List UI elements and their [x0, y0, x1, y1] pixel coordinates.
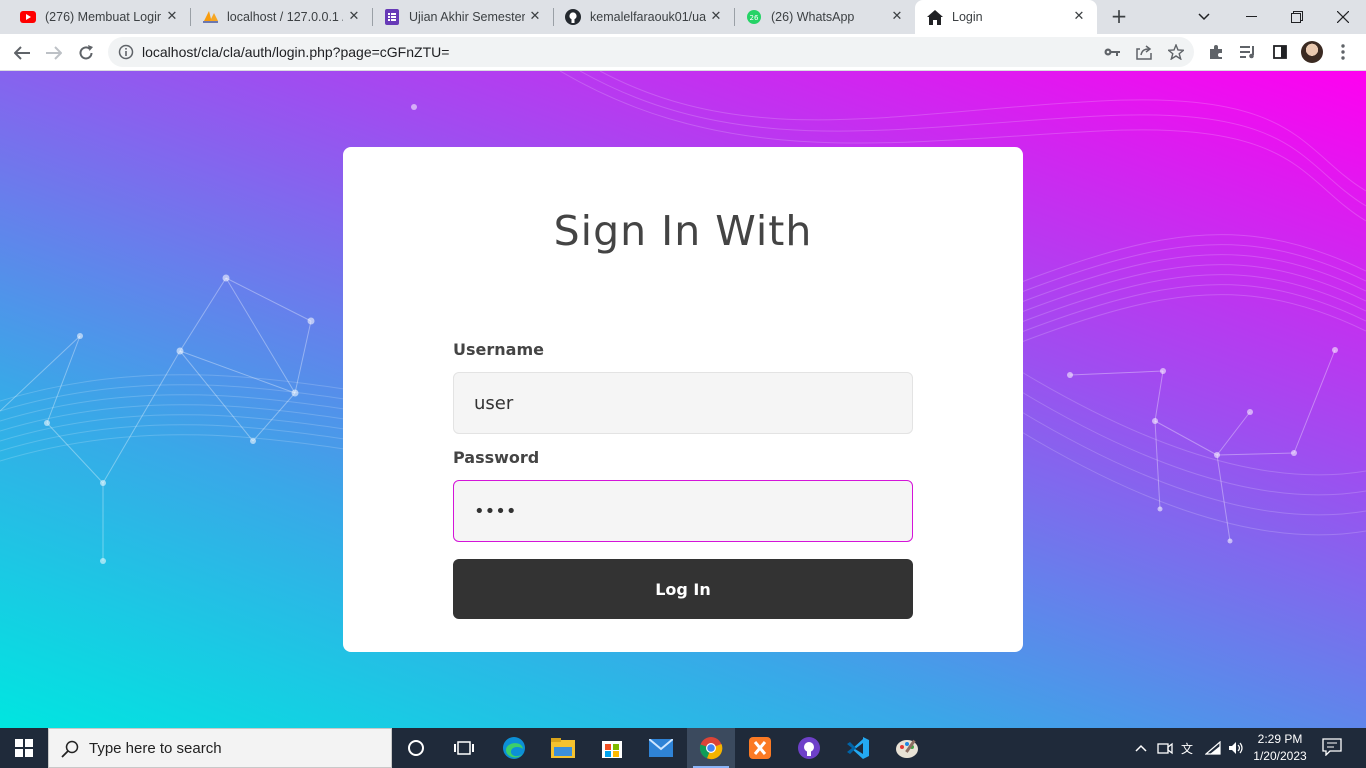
close-window-button[interactable]	[1320, 0, 1366, 34]
back-arrow-icon	[14, 46, 30, 60]
vscode-icon	[847, 737, 869, 759]
close-icon[interactable]: ✕	[527, 9, 543, 25]
volume-icon[interactable]	[1227, 740, 1245, 756]
mail-button[interactable]	[637, 728, 685, 768]
start-button[interactable]	[0, 728, 48, 768]
tab-label: kemalelfaraouk01/uas	[590, 10, 706, 24]
tab-label: (276) Membuat Login	[45, 10, 161, 24]
login-card: Sign In With Username Password Log In	[343, 147, 1023, 652]
edge-icon	[503, 737, 525, 759]
close-icon[interactable]: ✕	[889, 9, 905, 25]
new-tab-button[interactable]: +	[1107, 5, 1131, 29]
extensions-icon[interactable]	[1206, 42, 1226, 62]
github-desktop-icon	[798, 737, 820, 759]
windows-taskbar: Type here to search 文 2:29 PM 1/20/2023	[0, 728, 1366, 768]
store-button[interactable]	[588, 728, 636, 768]
clock-time: 2:29 PM	[1257, 732, 1303, 746]
whatsapp-icon: 26	[746, 9, 762, 25]
paint-icon	[896, 739, 918, 758]
edge-button[interactable]	[490, 728, 538, 768]
page-title: Sign In With	[553, 207, 813, 255]
task-view-button[interactable]	[440, 728, 488, 768]
forward-button[interactable]	[40, 39, 68, 67]
close-icon[interactable]: ✕	[1071, 9, 1087, 25]
task-view-icon	[454, 741, 474, 755]
info-icon[interactable]	[118, 44, 134, 64]
clock-date: 1/20/2023	[1253, 749, 1307, 763]
phpmyadmin-icon	[202, 9, 218, 25]
chrome-button[interactable]	[687, 728, 735, 768]
login-page-background: Sign In With Username Password Log In	[0, 71, 1366, 728]
restore-button[interactable]	[1274, 0, 1320, 34]
tab-youtube[interactable]: (276) Membuat Login ✕	[0, 0, 191, 34]
search-placeholder: Type here to search	[89, 740, 222, 757]
reload-button[interactable]	[72, 39, 100, 67]
github-desktop-button[interactable]	[785, 728, 833, 768]
menu-icon[interactable]	[1333, 42, 1353, 62]
tab-label: (26) WhatsApp	[771, 10, 855, 24]
tab-label: localhost / 127.0.0.1 /	[227, 10, 343, 24]
side-panel-icon[interactable]	[1270, 42, 1290, 62]
password-input[interactable]	[453, 480, 913, 542]
bookmark-star-icon[interactable]	[1166, 42, 1186, 62]
wifi-icon[interactable]	[1204, 740, 1222, 756]
close-icon	[1337, 11, 1349, 23]
home-icon	[927, 9, 943, 25]
url-text[interactable]: localhost/cla/cla/auth/login.php?page=cG…	[142, 44, 449, 60]
chevron-down-icon	[1198, 13, 1210, 21]
search-icon	[61, 740, 79, 762]
input-method-icon[interactable]: 文	[1180, 740, 1198, 756]
username-label: Username	[453, 340, 544, 359]
forward-arrow-icon	[46, 46, 62, 60]
close-icon[interactable]: ✕	[164, 9, 180, 25]
forms-icon	[384, 9, 400, 25]
username-input[interactable]	[453, 372, 913, 434]
tab-phpmyadmin[interactable]: localhost / 127.0.0.1 / ✕	[190, 0, 373, 34]
share-icon[interactable]	[1134, 42, 1154, 62]
minimize-icon	[1245, 16, 1257, 17]
reload-icon	[79, 45, 93, 60]
back-button[interactable]	[8, 39, 36, 67]
vscode-button[interactable]	[834, 728, 882, 768]
browser-toolbar: localhost/cla/cla/auth/login.php?page=cG…	[0, 34, 1366, 71]
tab-login[interactable]: Login ✕	[915, 0, 1097, 34]
restore-icon	[1291, 11, 1303, 23]
github-icon	[565, 9, 581, 25]
mail-icon	[649, 739, 673, 757]
login-button[interactable]: Log In	[453, 559, 913, 619]
password-label: Password	[453, 448, 540, 467]
key-icon[interactable]	[1102, 42, 1122, 62]
xampp-icon	[749, 737, 771, 759]
close-icon[interactable]: ✕	[346, 9, 362, 25]
media-control-icon[interactable]	[1238, 42, 1258, 62]
tab-label: Ujian Akhir Semester	[409, 10, 525, 24]
cortana-icon	[408, 740, 424, 756]
taskbar-search-box[interactable]: Type here to search	[48, 728, 392, 768]
meet-now-icon[interactable]	[1156, 740, 1174, 756]
tab-label: Login	[952, 10, 983, 24]
paint-button[interactable]	[883, 728, 931, 768]
tab-whatsapp[interactable]: 26 (26) WhatsApp ✕	[734, 0, 915, 34]
windows-logo-icon	[15, 739, 33, 757]
tab-github[interactable]: kemalelfaraouk01/uas ✕	[553, 0, 735, 34]
close-icon[interactable]: ✕	[708, 9, 724, 25]
chrome-icon	[699, 737, 723, 760]
svg-text:文: 文	[1181, 741, 1193, 755]
notification-center-icon[interactable]	[1322, 738, 1344, 758]
youtube-icon	[20, 9, 36, 25]
store-icon	[602, 741, 622, 758]
system-clock[interactable]: 2:29 PM 1/20/2023	[1248, 731, 1312, 765]
chevron-up-icon[interactable]	[1132, 740, 1150, 756]
address-bar[interactable]: localhost/cla/cla/auth/login.php?page=cG…	[108, 37, 1194, 67]
svg-text:26: 26	[750, 14, 759, 22]
tab-search-button[interactable]	[1181, 0, 1227, 34]
tab-google-forms[interactable]: Ujian Akhir Semester ✕	[372, 0, 554, 34]
tab-strip: (276) Membuat Login ✕ localhost / 127.0.…	[0, 0, 1366, 34]
file-explorer-button[interactable]	[539, 728, 587, 768]
profile-avatar[interactable]	[1301, 41, 1323, 63]
file-explorer-icon	[551, 738, 575, 758]
xampp-button[interactable]	[736, 728, 784, 768]
minimize-button[interactable]	[1228, 0, 1274, 34]
cortana-button[interactable]	[392, 728, 440, 768]
